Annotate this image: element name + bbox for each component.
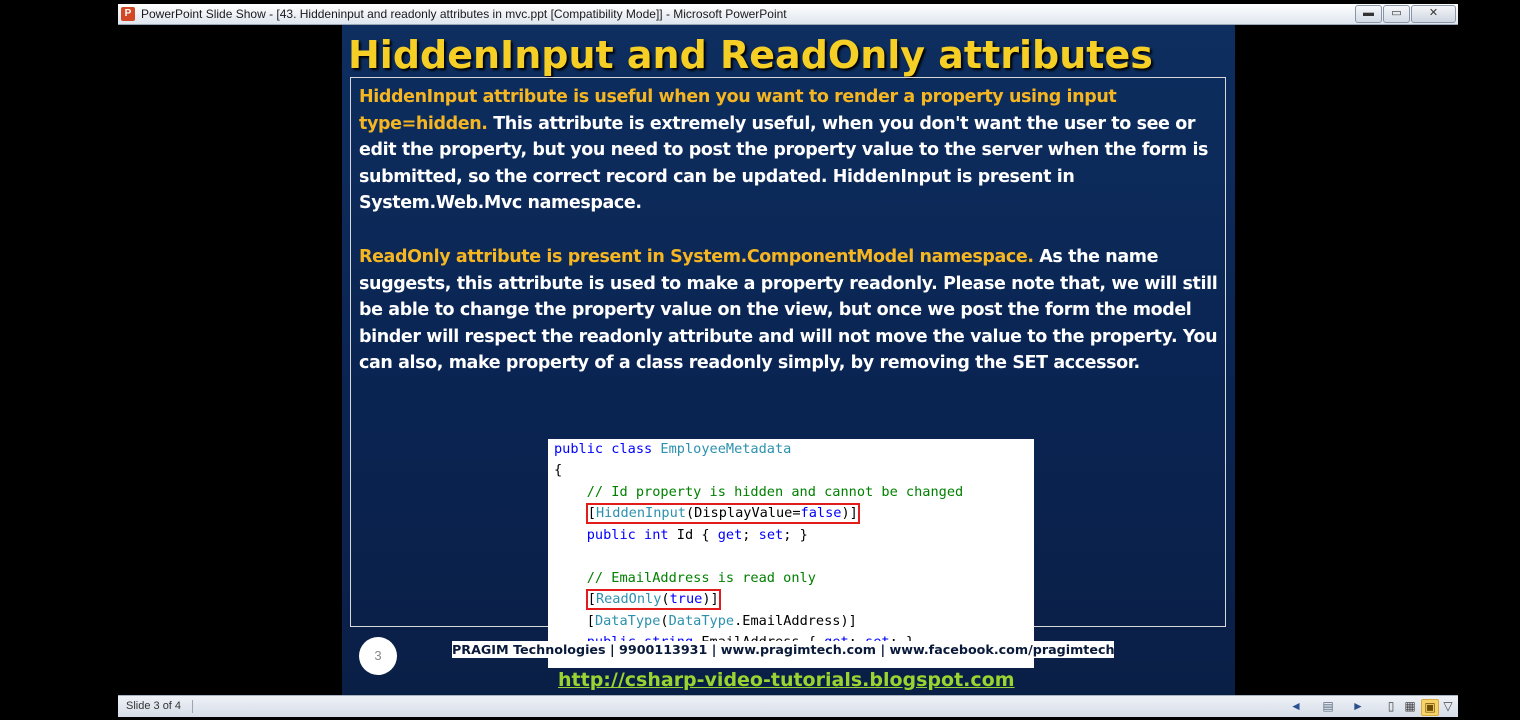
code-text: [: [587, 505, 596, 521]
status-bar: Slide 3 of 4 ◄ ▤ ► ▯ ▦ ▣ ▽: [118, 695, 1458, 717]
code-text: ; }: [783, 527, 808, 543]
code-line: [ReadOnly(true)]: [554, 589, 721, 610]
code-text: (DisplayValue=: [685, 505, 801, 521]
status-separator: [192, 700, 193, 713]
code-line: public int Id { get; set; }: [554, 525, 808, 546]
minimize-button[interactable]: ▬: [1355, 5, 1382, 23]
code-keyword: public: [586, 527, 636, 543]
previous-slide-icon[interactable]: ◄: [1288, 699, 1304, 714]
hiddeninput-paragraph: HiddenInput attribute is useful when you…: [359, 84, 1219, 217]
slide-canvas[interactable]: HiddenInput and ReadOnly attributes Hidd…: [342, 25, 1235, 695]
code-keyword: int: [644, 527, 669, 543]
normal-view-icon[interactable]: ▯: [1383, 699, 1399, 714]
code-line: // Id property is hidden and cannot be c…: [554, 482, 963, 503]
code-comment: // EmailAddress is read only: [586, 570, 816, 586]
reading-view-icon[interactable]: ▣: [1421, 699, 1439, 716]
slide-indicator: Slide 3 of 4: [126, 700, 182, 712]
next-slide-icon[interactable]: ►: [1350, 699, 1366, 714]
slide-menu-icon[interactable]: ▤: [1320, 699, 1336, 714]
hiddeninput-attribute-highlight: [HiddenInput(DisplayValue=false)]: [585, 503, 860, 524]
window-title-bar[interactable]: P PowerPoint Slide Show - [43. Hiddeninp…: [118, 4, 1458, 25]
code-type: DataType: [668, 613, 735, 629]
code-text: Id {: [668, 527, 718, 543]
code-text: .EmailAddress)]: [734, 613, 857, 629]
code-text: (: [660, 613, 669, 629]
blog-link[interactable]: http://csharp-video-tutorials.blogspot.c…: [558, 669, 1015, 691]
code-line: public class EmployeeMetadata: [554, 439, 791, 460]
readonly-attribute-highlight: [ReadOnly(true)]: [585, 589, 721, 610]
code-text: (: [661, 591, 670, 607]
slide-sorter-view-icon[interactable]: ▦: [1402, 699, 1418, 714]
code-keyword: set: [758, 527, 784, 543]
code-keyword: true: [669, 591, 703, 607]
code-keyword: public: [554, 441, 604, 457]
code-snippet: public class EmployeeMetadata { // Id pr…: [548, 439, 1034, 668]
powerpoint-app-icon[interactable]: P: [121, 7, 135, 21]
restore-button[interactable]: ▭: [1383, 5, 1410, 23]
code-line: [DataType(DataType.EmailAddress)]: [554, 611, 857, 632]
close-button[interactable]: ✕: [1411, 5, 1456, 23]
code-comment: // Id property is hidden and cannot be c…: [586, 484, 964, 500]
content-box: HiddenInput attribute is useful when you…: [350, 77, 1226, 668]
code-type: EmployeeMetadata: [660, 441, 792, 457]
code-text: )]: [702, 591, 719, 607]
code-keyword: class: [611, 441, 653, 457]
readonly-highlight: ReadOnly attribute is present in System.…: [359, 247, 1034, 267]
slide-title: HiddenInput and ReadOnly attributes: [348, 33, 1153, 77]
slide-page-number: 3: [359, 637, 397, 675]
code-line: // EmailAddress is read only: [554, 568, 816, 589]
code-keyword: false: [800, 505, 842, 521]
code-keyword: get: [717, 527, 743, 543]
window-title: PowerPoint Slide Show - [43. Hiddeninput…: [141, 7, 787, 21]
readonly-paragraph: ReadOnly attribute is present in System.…: [359, 244, 1219, 377]
code-type: HiddenInput: [595, 505, 686, 521]
code-line: {: [554, 462, 563, 478]
code-line: [HiddenInput(DisplayValue=false)]: [554, 503, 860, 524]
code-text: [: [586, 613, 595, 629]
code-type: ReadOnly: [595, 591, 662, 607]
slide-show-icon[interactable]: ▽: [1440, 699, 1456, 714]
code-text: )]: [841, 505, 858, 521]
code-type: DataType: [594, 613, 661, 629]
footer-contact: PRAGIM Technologies | 9900113931 | www.p…: [452, 641, 1115, 658]
code-text: ;: [742, 527, 759, 543]
code-text: [: [587, 591, 596, 607]
window-controls: ▬ ▭ ✕: [1354, 5, 1456, 23]
